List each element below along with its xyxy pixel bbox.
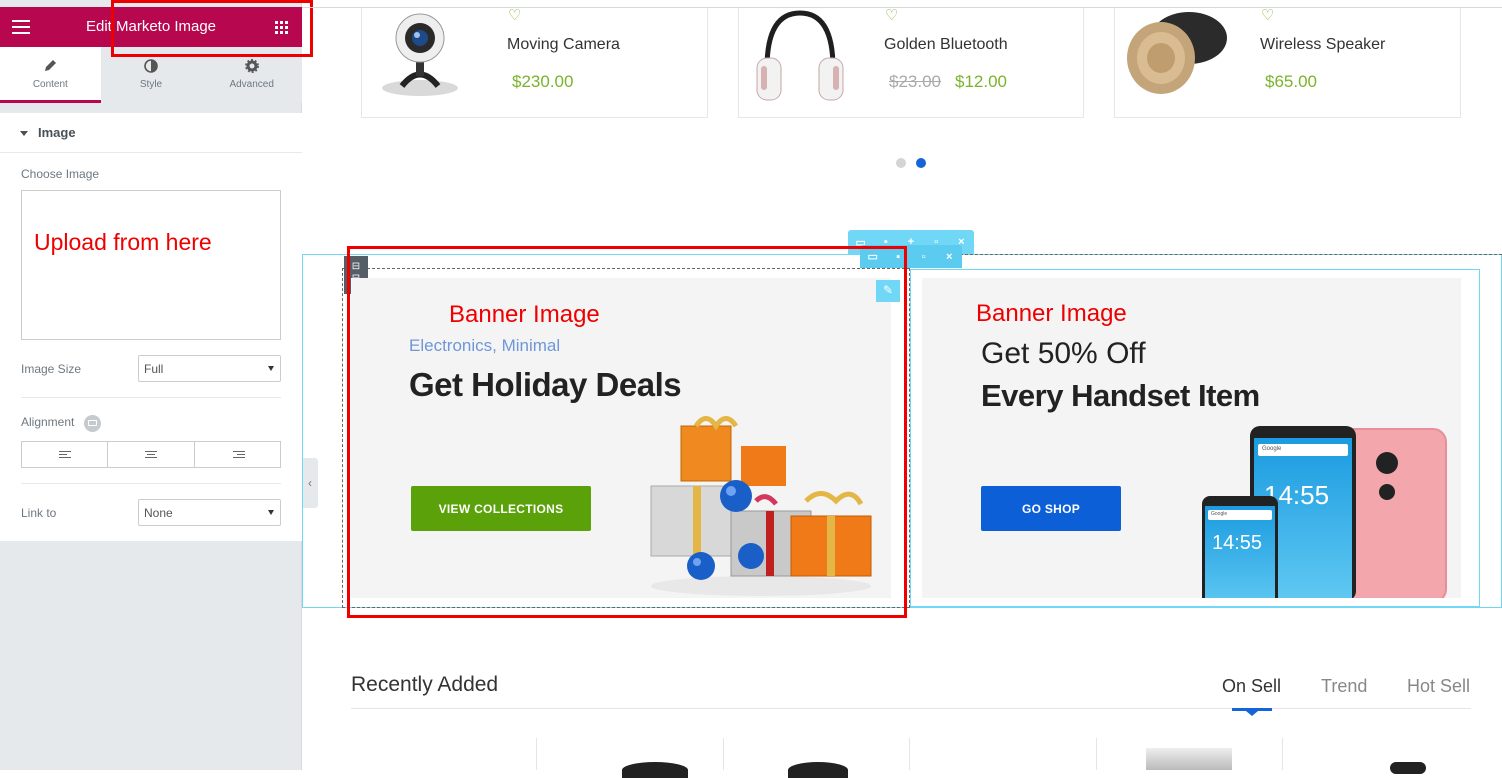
product-grid-divider <box>536 738 537 770</box>
product-name[interactable]: Moving Camera <box>507 36 620 54</box>
headphones-image <box>756 10 844 101</box>
product-name[interactable]: Wireless Speaker <box>1260 36 1385 54</box>
align-center-icon <box>145 451 158 460</box>
product-price: $12.00 <box>955 72 1007 91</box>
go-shop-button[interactable]: GO SHOP <box>981 486 1121 531</box>
product-old-price: $23.00 <box>889 72 941 91</box>
image-upload-area[interactable]: Upload from here <box>21 190 281 340</box>
image-size-value: Full <box>144 362 164 376</box>
product-name[interactable]: Golden Bluetooth <box>884 36 1008 54</box>
product-price: $230.00 <box>512 72 574 91</box>
product-card[interactable]: ♡ Wireless Speaker $65.00 <box>1114 6 1461 118</box>
phone-small: Google 14:55 <box>1202 496 1278 598</box>
product-grid-divider <box>723 738 724 770</box>
section-image-title: Image <box>38 125 76 140</box>
recently-added-title: Recently Added <box>351 673 499 696</box>
contrast-icon <box>101 59 202 77</box>
tab-content[interactable]: Content <box>0 47 101 103</box>
wishlist-heart-icon[interactable]: ♡ <box>885 6 898 24</box>
phone-small-search-bar: Google <box>1208 510 1272 520</box>
phone-clock-small: 14:55 <box>1212 532 1263 554</box>
annotation-box-title <box>111 0 313 57</box>
product-price: $65.00 <box>1265 72 1317 91</box>
camera-icon <box>1376 452 1398 474</box>
align-right-icon <box>232 451 245 460</box>
banner-handset[interactable]: Banner Image Get 50% Off Every Handset I… <box>922 278 1461 598</box>
tab-hot-sell[interactable]: Hot Sell <box>1407 676 1470 697</box>
product-grid-divider <box>909 738 910 770</box>
responsive-desktop-icon[interactable] <box>84 415 101 432</box>
divider <box>21 483 281 484</box>
divider <box>21 397 281 398</box>
carousel-dot[interactable] <box>896 158 906 168</box>
align-center-button[interactable] <box>108 442 195 467</box>
recent-divider <box>351 708 1471 709</box>
product-thumbnail[interactable] <box>622 762 688 778</box>
tab-trend[interactable]: Trend <box>1321 676 1367 697</box>
wishlist-heart-icon[interactable]: ♡ <box>508 6 521 24</box>
fingerprint-icon <box>1379 484 1395 500</box>
image-size-label: Image Size <box>21 362 82 376</box>
product-thumbnail[interactable] <box>1146 748 1232 770</box>
product-grid-divider <box>1096 738 1097 770</box>
product-thumbnail[interactable] <box>788 762 848 778</box>
section-image-toggle[interactable]: Image <box>0 113 302 153</box>
link-to-value: None <box>144 506 173 520</box>
align-left-icon <box>59 451 71 460</box>
align-right-button[interactable] <box>195 442 280 467</box>
tab-style-label: Style <box>139 79 163 90</box>
product-grid-divider <box>1282 738 1283 770</box>
tab-advanced-label: Advanced <box>229 79 274 90</box>
webcam-image <box>382 13 458 96</box>
speaker-image <box>1127 12 1227 94</box>
phone-search-bar: Google <box>1258 444 1348 456</box>
link-to-select[interactable]: None <box>138 499 281 526</box>
dropdown-arrow-icon <box>268 366 274 371</box>
wishlist-heart-icon[interactable]: ♡ <box>1261 6 1274 24</box>
active-tab-arrow-icon <box>1246 711 1258 716</box>
link-to-label: Link to <box>21 506 57 520</box>
image-size-select[interactable]: Full <box>138 355 281 382</box>
editor-panel: Edit Marketo Image Content Style Advance… <box>0 0 303 770</box>
tab-on-sell[interactable]: On Sell <box>1222 676 1281 697</box>
gear-icon <box>201 59 302 77</box>
carousel-dot-active[interactable] <box>916 158 926 168</box>
align-left-button[interactable] <box>22 442 109 467</box>
choose-image-label: Choose Image <box>21 167 100 181</box>
inner-section-close-icon[interactable]: × <box>942 251 956 263</box>
upload-annotation: Upload from here <box>34 229 212 255</box>
panel-body: Image Choose Image Upload from here Imag… <box>0 113 302 541</box>
inner-section-save-icon[interactable]: ▫ <box>917 251 931 263</box>
annotation-box-banner <box>347 246 907 618</box>
product-thumbnail[interactable] <box>1390 762 1426 774</box>
pencil-icon <box>0 59 101 77</box>
phone-small-screen: Google 14:55 <box>1205 506 1275 598</box>
alignment-label: Alignment <box>21 415 75 429</box>
dropdown-arrow-icon <box>268 510 274 515</box>
alignment-control <box>21 441 281 468</box>
caret-down-icon <box>20 131 28 137</box>
product-card[interactable]: ♡ Golden Bluetooth $23.00 $12.00 <box>738 6 1084 118</box>
tab-content-label: Content <box>32 79 68 90</box>
inner-section-outline <box>910 254 1502 255</box>
banner-annotation: Banner Image <box>976 300 1127 327</box>
product-card[interactable]: ♡ Moving Camera $230.00 <box>361 6 708 118</box>
banner-heading: Every Handset Item <box>981 378 1260 413</box>
banner-heading-light: Get 50% Off <box>981 337 1146 370</box>
